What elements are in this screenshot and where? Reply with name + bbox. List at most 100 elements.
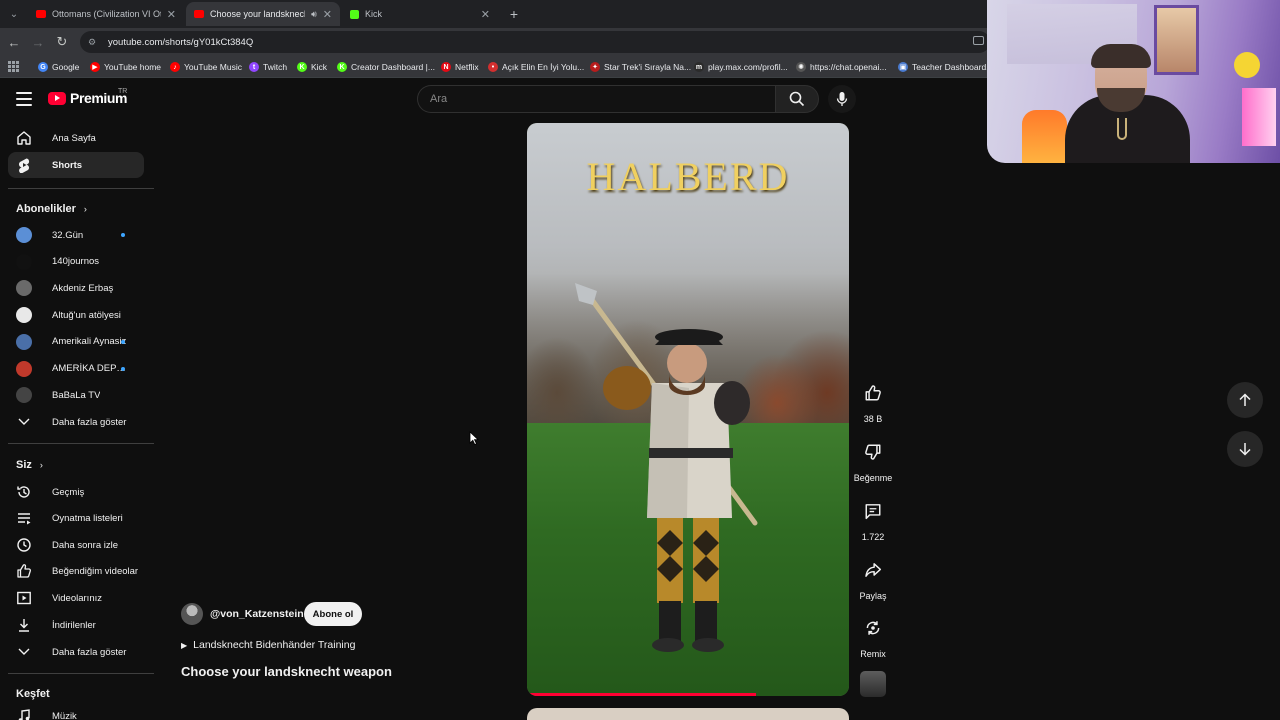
sound-link[interactable]: ▶ Landsknecht Bidenhänder Training (181, 639, 355, 651)
tab-choose-landsknecht[interactable]: Choose your landsknecht w 🔊︎ ✕ (186, 2, 340, 26)
search-bar: Ara (417, 85, 819, 113)
wall-poster (1154, 5, 1199, 75)
sidebar-item-label: Amerikali Aynasiz (52, 336, 127, 348)
tab-kick[interactable]: Kick ✕ (342, 2, 498, 26)
sidebar-item-playlists[interactable]: Oynatma listeleri (8, 505, 144, 531)
back-arrow-icon[interactable]: ← (4, 32, 24, 52)
video-overlay-title: HALBERD (586, 154, 790, 199)
share-button[interactable]: Paylaş (853, 552, 893, 601)
bookmark-favicon-icon: • (488, 62, 498, 72)
sidebar-item-history[interactable]: Geçmiş (8, 479, 144, 505)
sidebar-item-music[interactable]: Müzik (8, 703, 144, 720)
streamer-necklace (1117, 118, 1127, 140)
sidebar-item-label: Ana Sayfa (52, 132, 96, 144)
bookmark-label: Star Trek'i Sırayla Na... (604, 62, 692, 72)
channel-avatar (16, 333, 32, 350)
sidebar-divider (8, 673, 154, 674)
bookmark-label: Creator Dashboard |... (351, 62, 435, 72)
bookmark-item[interactable]: ✦ Star Trek'i Sırayla Na... (590, 59, 691, 75)
next-short-preview[interactable] (527, 708, 849, 720)
search-input[interactable]: Ara (417, 85, 775, 113)
like-button[interactable]: 38 B (853, 375, 893, 424)
remix-icon (855, 610, 891, 646)
bookmark-item[interactable]: ▶ YouTube home (90, 59, 161, 75)
sidebar-item-downloads[interactable]: İndirilenler (8, 612, 144, 638)
previous-short-button[interactable] (1227, 382, 1263, 418)
sidebar-item-your-videos[interactable]: Videolarınız (8, 585, 144, 611)
bookmark-item[interactable]: t Twitch (249, 59, 287, 75)
site-info-icon[interactable]: ⚙ (88, 37, 98, 47)
sidebar-item-liked-videos[interactable]: Beğendiğim videolar (8, 558, 144, 584)
apps-grid-icon[interactable] (8, 61, 19, 72)
bookmark-favicon-icon: ▶ (90, 62, 100, 72)
bookmark-favicon-icon: m (694, 62, 704, 72)
address-bar[interactable]: ⚙ youtube.com/shorts/gY01kCt384Q (80, 31, 990, 53)
bookmark-item[interactable]: N Netflix (441, 59, 479, 75)
comments-button[interactable]: 1.722 (853, 493, 893, 542)
menu-hamburger-icon[interactable] (16, 92, 32, 106)
channel-avatar (16, 360, 32, 377)
bookmark-label: Teacher Dashboard... (912, 62, 994, 72)
close-tab-icon[interactable]: ✕ (481, 8, 490, 21)
sidebar-item-subscription[interactable]: BaBaLa TV (8, 382, 144, 408)
bookmark-item[interactable]: G Google (38, 59, 79, 75)
bookmark-item[interactable]: ♪ YouTube Music (170, 59, 242, 75)
bookmark-item[interactable]: m play.max.com/profil... (694, 59, 788, 75)
forward-arrow-icon[interactable]: → (28, 32, 48, 52)
close-tab-icon[interactable]: ✕ (323, 8, 332, 21)
reload-icon[interactable]: ↻ (52, 32, 72, 52)
shorts-video-player[interactable]: HALBERD (527, 123, 849, 696)
tab-ottomans[interactable]: Ottomans (Civilization VI Ottoman ✕ (28, 2, 184, 26)
cast-icon[interactable] (973, 36, 984, 45)
sound-title: Landsknecht Bidenhänder Training (193, 639, 356, 651)
youtube-premium-logo[interactable]: Premium TR (48, 88, 128, 106)
bookmark-item[interactable]: K Kick (297, 59, 327, 75)
arrow-down-icon (1239, 443, 1251, 456)
video-progress-bar[interactable] (527, 693, 756, 696)
bookmark-label: Netflix (455, 62, 479, 72)
speaker-icon[interactable]: 🔊︎ (311, 9, 317, 20)
sidebar-item-subscription[interactable]: Altuğ'un atölyesi (8, 302, 144, 328)
bookmark-item[interactable]: • Açık Elin En İyi Yolu... (488, 59, 584, 75)
tab-search-button[interactable]: ⌄ (4, 4, 24, 24)
thumbs-up-icon (16, 563, 32, 579)
search-button[interactable] (775, 85, 819, 113)
show-more-subscriptions[interactable]: Daha fazla göster (8, 409, 144, 435)
bookmark-item[interactable]: ▣ Teacher Dashboard... (898, 59, 993, 75)
mouse-cursor-icon (469, 431, 479, 445)
dislike-button[interactable]: Beğenme (853, 434, 893, 483)
close-tab-icon[interactable]: ✕ (167, 8, 176, 21)
comment-icon (855, 493, 891, 529)
bookmark-label: https://chat.openai... (810, 62, 887, 72)
youtube-favicon-icon (36, 10, 46, 18)
bookmark-item[interactable]: ✺ https://chat.openai... (796, 59, 887, 75)
you-header[interactable]: Siz › (16, 459, 43, 471)
voice-search-button[interactable] (828, 85, 856, 113)
subscribe-button[interactable]: Abone ol (304, 602, 362, 626)
channel-avatar (16, 253, 32, 270)
url-text[interactable]: youtube.com/shorts/gY01kCt384Q (108, 37, 253, 48)
new-content-dot (121, 339, 125, 344)
channel-avatar (16, 387, 32, 404)
show-more-you[interactable]: Daha fazla göster (8, 639, 144, 665)
new-tab-plus-icon[interactable]: + (504, 4, 524, 24)
bookmark-favicon-icon: t (249, 62, 259, 72)
channel-avatar[interactable] (181, 603, 203, 625)
subscriptions-header[interactable]: Abonelikler › (16, 203, 87, 215)
sidebar-item-subscription[interactable]: 140journos (8, 249, 144, 275)
sidebar-item-shorts[interactable]: Shorts (8, 152, 144, 178)
channel-name[interactable]: @von_Katzenstein (210, 608, 304, 620)
sound-thumbnail[interactable] (860, 671, 886, 697)
new-content-dot (121, 366, 125, 371)
next-short-button[interactable] (1227, 431, 1263, 467)
dislike-label: Beğenme (853, 473, 893, 483)
sidebar-item-watch-later[interactable]: Daha sonra izle (8, 532, 144, 558)
bookmark-item[interactable]: K Creator Dashboard |... (337, 59, 435, 75)
remix-button[interactable]: Remix (853, 610, 893, 659)
youtube-favicon-icon (194, 10, 204, 18)
microphone-icon (836, 92, 848, 106)
bookmark-label: Twitch (263, 62, 288, 72)
sidebar-item-label: Videolarınız (52, 592, 102, 604)
sidebar-item-home[interactable]: Ana Sayfa (8, 125, 144, 151)
sidebar-item-subscription[interactable]: Akdeniz Erbaş (8, 275, 144, 301)
